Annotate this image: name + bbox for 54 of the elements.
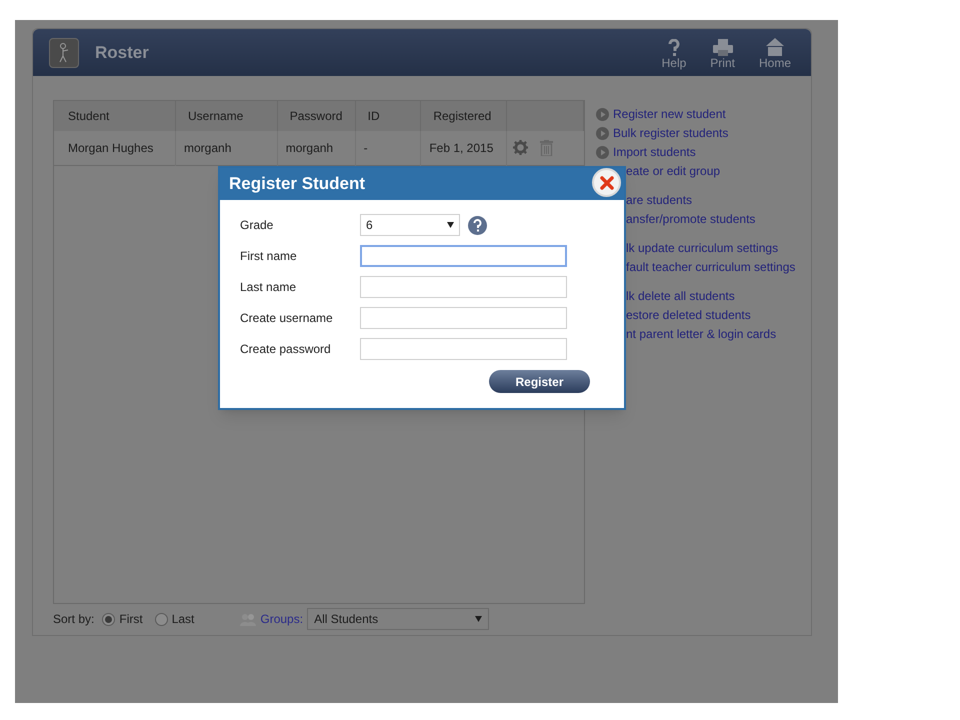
sort-label: Sort by: [53, 611, 94, 628]
column-header: Password [277, 101, 356, 131]
play-circle-icon [596, 146, 609, 158]
table-cell: - [355, 131, 421, 165]
trash-icon[interactable] [540, 140, 554, 156]
field-label: Create password [240, 341, 332, 358]
input-field[interactable] [360, 276, 567, 298]
column-header: Username [176, 101, 278, 131]
field-label: Create username [240, 310, 334, 327]
input-field[interactable] [360, 307, 567, 329]
sidebar-link[interactable]: lk update curriculum settings [626, 239, 778, 257]
sidebar-link[interactable]: lk delete all students [626, 287, 735, 305]
register-button[interactable]: Register [489, 370, 590, 393]
table-cell: Morgan Hughes [54, 131, 176, 165]
sort-option[interactable]: First [102, 610, 143, 628]
table-cell: morganh [277, 131, 356, 165]
sidebar-link[interactable]: Import students [613, 143, 696, 161]
groups-link[interactable]: Groups: [260, 610, 304, 628]
sidebar-link[interactable]: Register new student [613, 105, 726, 123]
play-circle-icon [596, 126, 609, 140]
dropdown-caret-icon [475, 616, 482, 622]
sidebar-link[interactable]: estore deleted students [626, 306, 751, 324]
sort-option[interactable]: Last [154, 610, 194, 628]
input-field[interactable] [360, 245, 567, 267]
help-icon [668, 38, 680, 56]
play-circle-icon [596, 108, 609, 120]
header-button[interactable]: Home [758, 36, 791, 70]
sidebar-link[interactable]: eate or edit group [626, 162, 720, 180]
column-header: ID [355, 101, 421, 131]
grade-select[interactable]: 6 [360, 214, 460, 236]
table-cell: Feb 1, 2015 [420, 131, 507, 165]
sidebar-link[interactable]: nt parent letter & login cards [626, 325, 776, 343]
groups-select[interactable]: All Students [307, 608, 490, 630]
column-header: Student [54, 101, 176, 131]
sidebar-link[interactable]: Bulk register students [613, 124, 728, 142]
app-logo-icon [49, 38, 79, 68]
input-field[interactable] [360, 338, 567, 360]
home-icon [766, 38, 784, 56]
help-icon[interactable] [468, 216, 487, 234]
field-label: Last name [240, 279, 298, 296]
header-button[interactable]: Help [662, 36, 686, 70]
dropdown-caret-icon [447, 222, 454, 228]
sidebar-link[interactable]: ansfer/promote students [626, 210, 756, 228]
printer-icon [712, 38, 733, 56]
header-button[interactable]: Print [710, 36, 735, 70]
column-header: Registered [420, 101, 507, 131]
settings-icon[interactable] [513, 140, 528, 156]
field-label: Grade [240, 217, 274, 234]
sidebar-link[interactable]: are students [626, 191, 692, 209]
field-label: First name [240, 248, 298, 265]
page-title: Roster [95, 42, 149, 64]
sidebar-link[interactable]: fault teacher curriculum settings [626, 258, 796, 276]
dialog-title: Register Student [229, 173, 366, 196]
table-cell: morganh [176, 131, 278, 165]
